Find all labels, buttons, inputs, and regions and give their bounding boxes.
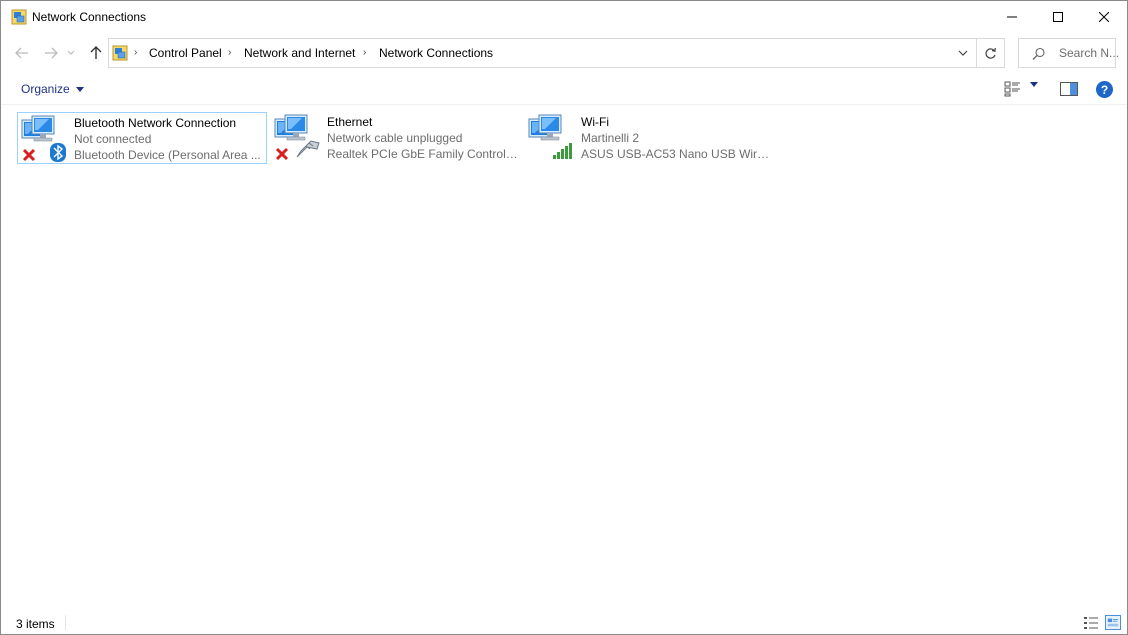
refresh-icon (985, 47, 996, 59)
caret-down-icon (75, 86, 84, 92)
explorer-window: Network Connections › Control Panel › Ne… (0, 0, 1128, 635)
close-button[interactable] (1081, 1, 1127, 33)
organize-button[interactable]: Organize (15, 79, 90, 99)
connection-device: Realtek PCIe GbE Family Controller (327, 147, 519, 161)
connection-name: Wi-Fi (581, 115, 609, 129)
connection-item-ethernet[interactable]: Ethernet Network cable unplugged Realtek… (271, 112, 521, 164)
address-dropdown-button[interactable] (952, 39, 974, 67)
breadcrumb-network-connections[interactable]: Network Connections (379, 46, 493, 60)
connection-name: Ethernet (327, 115, 373, 129)
recent-locations-button[interactable] (64, 41, 78, 65)
refresh-button[interactable] (977, 38, 1005, 68)
connection-device: ASUS USB-AC53 Nano USB Wirele... (581, 147, 773, 161)
connection-item-wifi[interactable]: Wi-Fi Martinelli 2 ASUS USB-AC53 Nano US… (525, 112, 775, 164)
breadcrumb-separator[interactable]: › (228, 47, 231, 58)
status-divider (65, 615, 66, 630)
connection-text: Bluetooth Network Connection Not connect… (74, 115, 266, 163)
breadcrumb-separator[interactable]: › (134, 47, 137, 58)
view-options-dropdown-icon[interactable] (1030, 82, 1038, 87)
organize-label: Organize (21, 82, 70, 96)
forward-button[interactable] (40, 41, 62, 65)
search-icon (1032, 47, 1045, 60)
connection-device: Bluetooth Device (Personal Area ... (74, 148, 261, 162)
connection-text: Wi-Fi Martinelli 2 ASUS USB-AC53 Nano US… (581, 114, 773, 162)
connection-name: Bluetooth Network Connection (74, 116, 237, 130)
address-bar[interactable]: › Control Panel › Network and Internet ›… (108, 38, 977, 68)
connection-status: Network cable unplugged (327, 131, 463, 145)
navigation-bar: › Control Panel › Network and Internet ›… (1, 35, 1127, 71)
item-count: 3 items (16, 617, 55, 631)
minimize-icon (1007, 16, 1017, 18)
monitor-network-icon (21, 115, 66, 162)
connections-list: Bluetooth Network Connection Not connect… (1, 106, 1127, 606)
chevron-down-icon (67, 50, 75, 55)
connection-text: Ethernet Network cable unplugged Realtek… (327, 114, 519, 162)
help-icon[interactable]: ? (1096, 81, 1113, 98)
maximize-icon (1053, 12, 1063, 22)
search-box[interactable]: Search N... (1018, 38, 1120, 68)
connection-item-bluetooth[interactable]: Bluetooth Network Connection Not connect… (17, 112, 267, 164)
search-placeholder: Search N... (1059, 46, 1120, 60)
close-icon (1099, 12, 1109, 22)
monitor-network-icon (528, 114, 572, 159)
network-connections-icon (112, 45, 128, 61)
breadcrumb-separator[interactable]: › (363, 47, 366, 58)
up-arrow-icon (90, 46, 102, 59)
window-title: Network Connections (32, 10, 147, 24)
chevron-down-icon (958, 50, 968, 56)
breadcrumb-control-panel[interactable]: Control Panel (149, 46, 222, 60)
tiles-view-icon[interactable] (1105, 615, 1121, 630)
monitor-network-icon (274, 114, 320, 161)
connection-status: Not connected (74, 132, 152, 146)
preview-pane-icon[interactable] (1060, 82, 1078, 96)
connection-status: Martinelli 2 (581, 131, 640, 145)
network-connections-icon (11, 9, 27, 25)
minimize-button[interactable] (989, 1, 1035, 33)
up-button[interactable] (85, 41, 107, 65)
breadcrumb-network-and-internet[interactable]: Network and Internet (244, 46, 355, 60)
back-button[interactable] (11, 41, 33, 65)
maximize-button[interactable] (1035, 1, 1081, 33)
details-view-icon[interactable] (1083, 616, 1099, 630)
status-bar: 3 items (1, 611, 1127, 634)
view-options-icon[interactable] (1004, 81, 1022, 97)
command-bar: Organize ? (1, 73, 1127, 105)
forward-arrow-icon (45, 47, 58, 59)
back-arrow-icon (15, 47, 28, 59)
title-bar[interactable]: Network Connections (1, 1, 1127, 33)
